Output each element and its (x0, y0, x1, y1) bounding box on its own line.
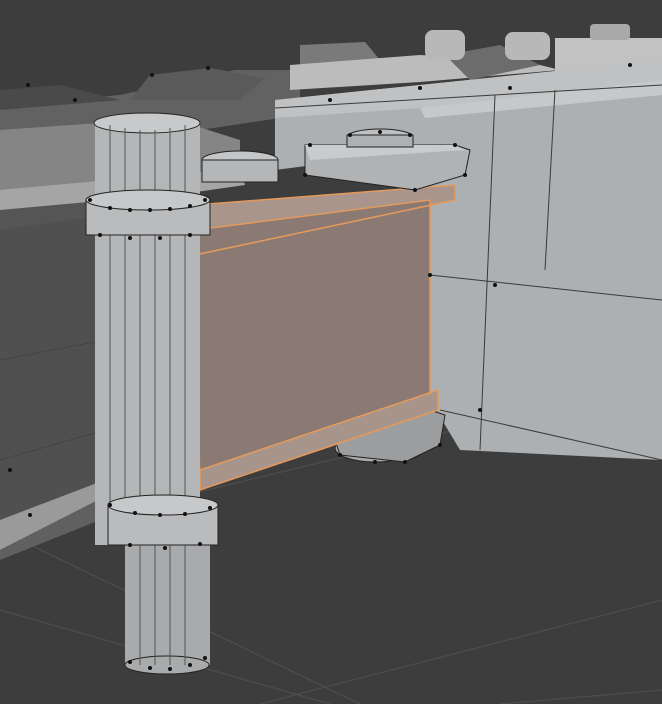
viewport-scene[interactable] (0, 0, 662, 704)
3d-viewport[interactable] (0, 0, 662, 704)
left-rail-block (0, 215, 110, 560)
upper-nub (201, 150, 279, 183)
